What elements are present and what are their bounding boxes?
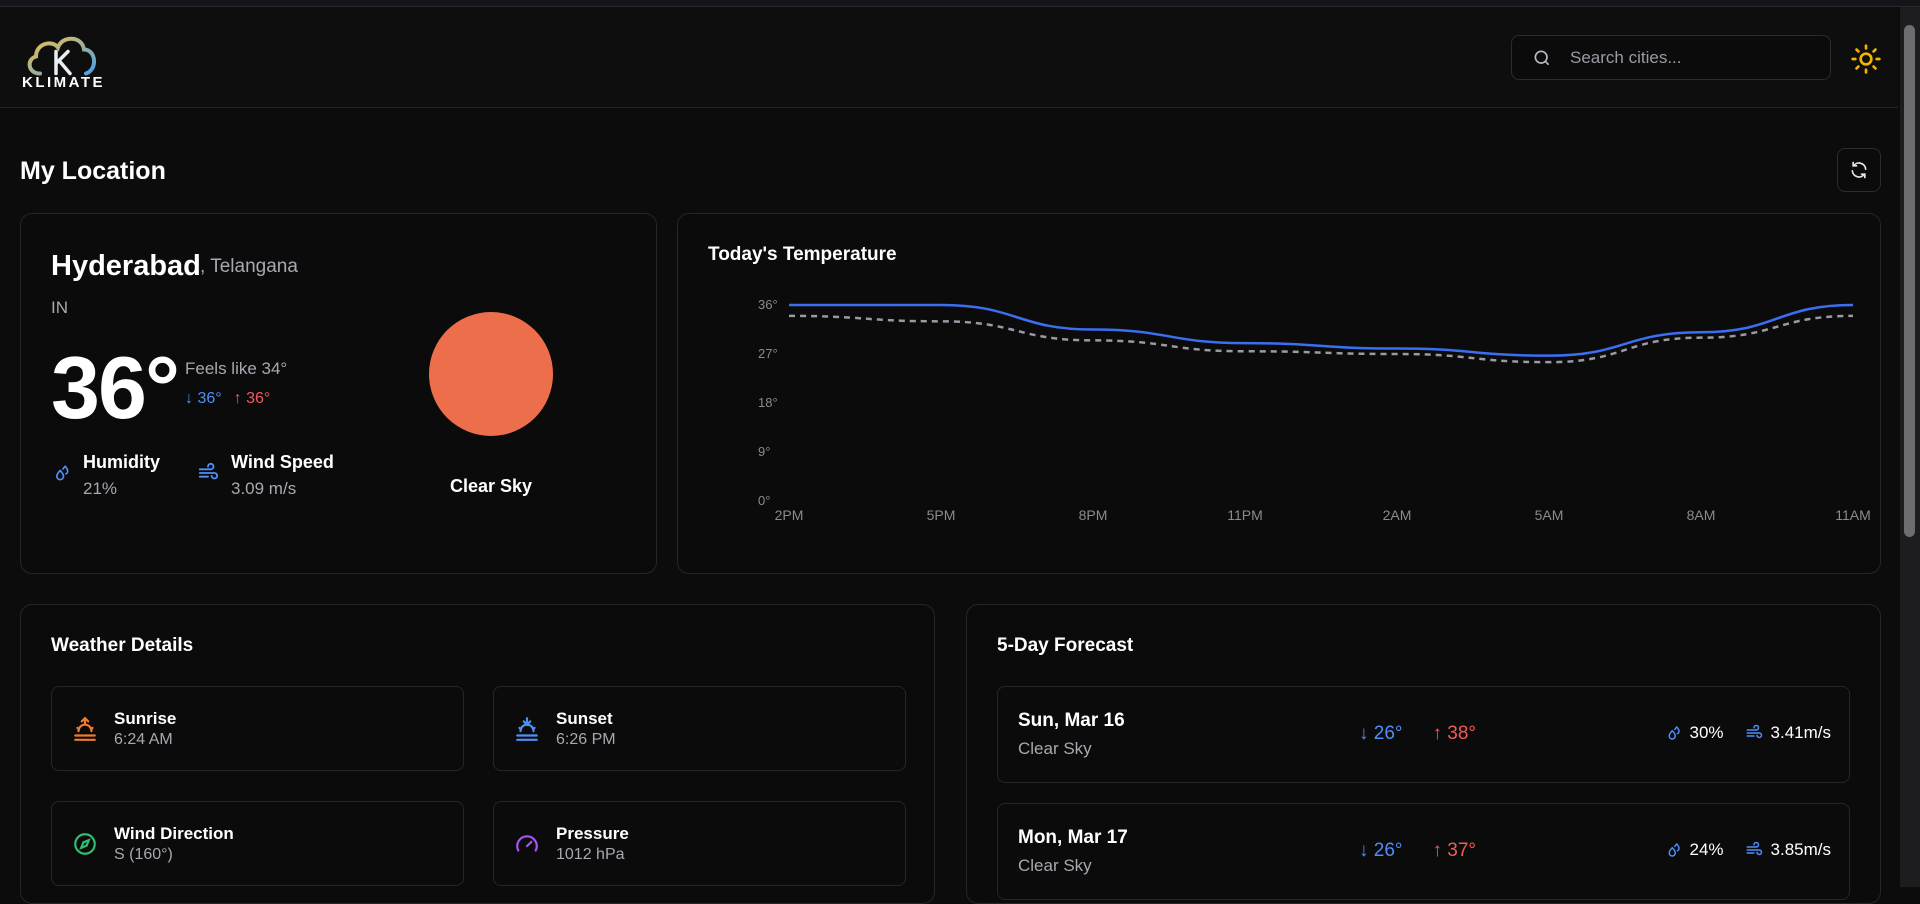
humidity-value: 21%	[83, 479, 118, 498]
search-button[interactable]: Search cities...	[1511, 35, 1831, 80]
wind-icon	[1746, 724, 1762, 739]
wind-icon	[1746, 841, 1762, 856]
forecast-max: ↑ 38°	[1432, 723, 1477, 744]
forecast-desc: Clear Sky	[1018, 739, 1092, 758]
sunrise-label: Sunrise	[114, 708, 177, 728]
pressure-label: Pressure	[556, 823, 629, 843]
droplets-icon	[1668, 725, 1681, 740]
max-temp-value: 36°	[246, 390, 271, 407]
forecast-desc: Clear Sky	[1018, 856, 1092, 875]
refresh-icon	[1851, 161, 1867, 179]
weather-description: Clear Sky	[449, 476, 533, 496]
app-header: KLIMATE Search cities...	[0, 7, 1898, 108]
min-max-temps: ↓ 36° ↑ 36°	[185, 390, 270, 408]
current-weather-card: Hyderabad , Telangana IN 36° Feels like …	[20, 213, 657, 574]
browser-top-edge	[0, 0, 1920, 7]
forecast-min: ↓ 26°	[1359, 723, 1403, 744]
humidity-stat: Humidity 21%	[51, 452, 160, 499]
forecast-row: Mon, Mar 17 Clear Sky ↓ 26° ↑ 37° 24% 3.…	[997, 803, 1850, 900]
forecast-wind: 3.85m/s	[1744, 840, 1831, 860]
sunrise-tile: Sunrise 6:24 AM	[51, 686, 464, 771]
forecast-row: Sun, Mar 16 Clear Sky ↓ 26° ↑ 38° 30% 3.…	[997, 686, 1850, 783]
sunrise-icon	[74, 716, 96, 741]
humidity-label: Humidity	[83, 452, 161, 472]
sunset-value: 6:26 PM	[556, 730, 616, 748]
sunrise-value: 6:24 AM	[114, 730, 173, 748]
forecast-wind-value: 3.41m/s	[1770, 723, 1831, 742]
region-name: , Telangana	[200, 256, 298, 277]
forecast-title: 5-Day Forecast	[997, 635, 1134, 656]
forecast-stats: 30% 3.41m/s	[1664, 723, 1831, 743]
forecast-day: Sun, Mar 16	[1018, 710, 1125, 731]
clear-sky-sun-icon	[429, 312, 553, 436]
scrollbar-thumb[interactable]	[1904, 25, 1915, 537]
temperature-chart-card: Today's Temperature 0° 9° 18° 27° 36° 2PM 5PM…	[677, 213, 1881, 574]
droplets-icon	[55, 465, 69, 481]
temperature-line-chart	[788, 303, 1854, 364]
forecast-humidity-value: 24%	[1689, 840, 1724, 859]
current-temperature: 36°	[51, 338, 180, 437]
min-temp: ↓ 36°	[185, 390, 222, 407]
forecast-wind: 3.41m/s	[1744, 723, 1831, 743]
country-code: IN	[51, 298, 68, 317]
pressure-tile: Pressure 1012 hPa	[493, 801, 906, 886]
min-temp-value: 36°	[197, 390, 222, 407]
wind-icon	[198, 462, 219, 480]
search-placeholder: Search cities...	[1570, 47, 1682, 67]
forecast-min-value: 26°	[1373, 723, 1403, 744]
forecast-stats: 24% 3.85m/s	[1664, 840, 1831, 860]
temperature-series-line	[789, 303, 1854, 357]
sun-theme-toggle-icon[interactable]	[1850, 43, 1882, 75]
forecast-temps: ↓ 26° ↑ 38°	[1359, 723, 1476, 745]
wind-speed-value: 3.09 m/s	[231, 479, 297, 498]
forecast-max-value: 38°	[1447, 723, 1477, 744]
gauge-icon	[516, 834, 538, 852]
details-title: Weather Details	[51, 635, 194, 656]
max-temp: ↑ 36°	[233, 390, 271, 407]
forecast-max-value: 37°	[1447, 840, 1477, 861]
search-icon	[1534, 50, 1550, 65]
pressure-value: 1012 hPa	[556, 845, 625, 863]
forecast-humidity: 30%	[1664, 723, 1724, 743]
scrollbar[interactable]	[1900, 7, 1920, 887]
forecast-temps: ↓ 26° ↑ 37°	[1359, 840, 1476, 862]
forecast-day: Mon, Mar 17	[1018, 827, 1128, 848]
page-title: My Location	[20, 157, 166, 185]
logo-text: KLIMATE	[22, 74, 106, 91]
forecast-humidity: 24%	[1664, 840, 1724, 860]
wind-direction-label: Wind Direction	[114, 823, 234, 843]
sunset-tile: Sunset 6:26 PM	[493, 686, 906, 771]
forecast-min: ↓ 26°	[1359, 840, 1403, 861]
weather-details-card: Weather Details Sunrise 6:24 AM Sunset 6…	[20, 604, 935, 904]
sunset-icon	[516, 716, 538, 741]
wind-speed-stat: Wind Speed 3.09 m/s	[197, 452, 334, 499]
wind-speed-label: Wind Speed	[231, 452, 334, 472]
feels-like: Feels like 34°	[185, 359, 288, 378]
city-name: Hyderabad	[51, 250, 201, 282]
temperature-series-line	[788, 314, 1854, 364]
forecast-max: ↑ 37°	[1432, 840, 1477, 861]
forecast-humidity-value: 30%	[1689, 723, 1724, 742]
wind-direction-tile: Wind Direction S (160°)	[51, 801, 464, 886]
refresh-button[interactable]	[1837, 148, 1881, 192]
forecast-min-value: 26°	[1373, 840, 1403, 861]
wind-direction-value: S (160°)	[114, 845, 173, 863]
compass-icon	[74, 832, 96, 855]
forecast-card: 5-Day Forecast Sun, Mar 16 Clear Sky ↓ 2…	[966, 604, 1881, 904]
droplets-icon	[1668, 842, 1681, 857]
forecast-wind-value: 3.85m/s	[1770, 840, 1831, 859]
sunset-label: Sunset	[556, 708, 613, 728]
